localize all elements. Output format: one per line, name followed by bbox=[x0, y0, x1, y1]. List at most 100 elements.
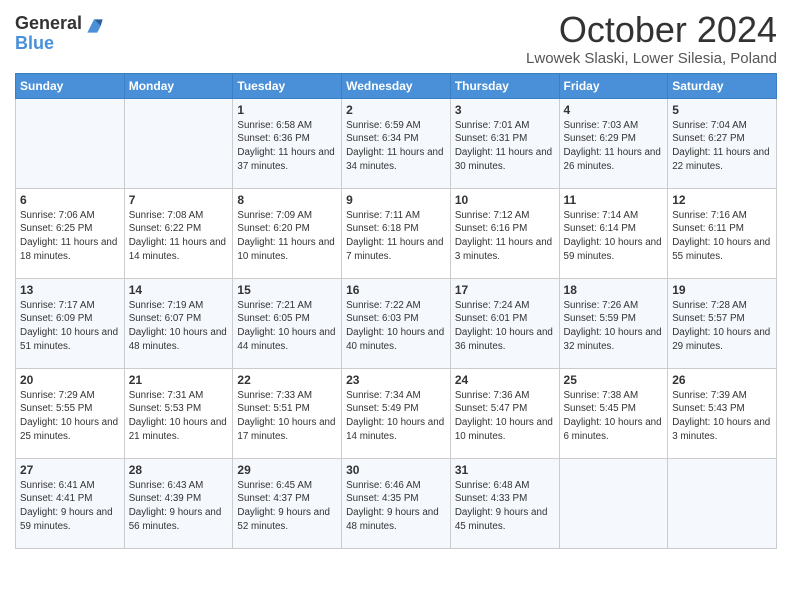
weekday-header: Sunday bbox=[16, 73, 125, 98]
calendar-cell: 16 Sunrise: 7:22 AM Sunset: 6:03 PM Dayli… bbox=[342, 278, 451, 368]
logo-blue: Blue bbox=[15, 34, 82, 54]
day-info: Sunrise: 7:14 AM Sunset: 6:14 PM Dayligh… bbox=[564, 209, 664, 264]
calendar-cell: 23 Sunrise: 7:34 AM Sunset: 5:49 PM Dayli… bbox=[342, 368, 451, 458]
day-info: Sunrise: 7:04 AM Sunset: 6:27 PM Dayligh… bbox=[672, 119, 772, 174]
calendar-cell: 28 Sunrise: 6:43 AM Sunset: 4:39 PM Dayli… bbox=[124, 458, 233, 548]
day-info: Sunrise: 7:01 AM Sunset: 6:31 PM Dayligh… bbox=[455, 119, 555, 174]
day-number: 10 bbox=[455, 193, 555, 207]
day-info: Sunrise: 6:46 AM Sunset: 4:35 PM Dayligh… bbox=[346, 479, 446, 534]
day-info: Sunrise: 7:33 AM Sunset: 5:51 PM Dayligh… bbox=[237, 389, 337, 444]
day-number: 7 bbox=[129, 193, 229, 207]
day-number: 15 bbox=[237, 283, 337, 297]
day-number: 17 bbox=[455, 283, 555, 297]
day-number: 19 bbox=[672, 283, 772, 297]
logo-general: General bbox=[15, 14, 82, 34]
day-info: Sunrise: 7:12 AM Sunset: 6:16 PM Dayligh… bbox=[455, 209, 555, 264]
weekday-header: Friday bbox=[559, 73, 668, 98]
calendar-cell: 6Sunrise: 7:06 AM Sunset: 6:25 PM Daylig… bbox=[16, 188, 125, 278]
calendar-cell bbox=[16, 98, 125, 188]
calendar-cell bbox=[124, 98, 233, 188]
day-number: 12 bbox=[672, 193, 772, 207]
day-number: 30 bbox=[346, 463, 446, 477]
day-info: Sunrise: 7:08 AM Sunset: 6:22 PM Dayligh… bbox=[129, 209, 229, 264]
day-info: Sunrise: 6:41 AM Sunset: 4:41 PM Dayligh… bbox=[20, 479, 120, 534]
month-title: October 2024 bbox=[526, 10, 777, 50]
calendar-cell: 24 Sunrise: 7:36 AM Sunset: 5:47 PM Dayli… bbox=[450, 368, 559, 458]
day-info: Sunrise: 6:59 AM Sunset: 6:34 PM Dayligh… bbox=[346, 119, 446, 174]
calendar-cell: 10 Sunrise: 7:12 AM Sunset: 6:16 PM Dayli… bbox=[450, 188, 559, 278]
day-info: Sunrise: 6:45 AM Sunset: 4:37 PM Dayligh… bbox=[237, 479, 337, 534]
day-number: 8 bbox=[237, 193, 337, 207]
day-number: 9 bbox=[346, 193, 446, 207]
weekday-header: Monday bbox=[124, 73, 233, 98]
day-number: 26 bbox=[672, 373, 772, 387]
logo: General Blue bbox=[15, 14, 104, 54]
day-info: Sunrise: 7:28 AM Sunset: 5:57 PM Dayligh… bbox=[672, 299, 772, 354]
calendar-cell: 22 Sunrise: 7:33 AM Sunset: 5:51 PM Dayli… bbox=[233, 368, 342, 458]
calendar-cell: 7 Sunrise: 7:08 AM Sunset: 6:22 PM Daylig… bbox=[124, 188, 233, 278]
day-info: Sunrise: 7:21 AM Sunset: 6:05 PM Dayligh… bbox=[237, 299, 337, 354]
calendar-table: SundayMondayTuesdayWednesdayThursdayFrid… bbox=[15, 73, 777, 549]
calendar-cell: 15 Sunrise: 7:21 AM Sunset: 6:05 PM Dayli… bbox=[233, 278, 342, 368]
calendar-header: SundayMondayTuesdayWednesdayThursdayFrid… bbox=[16, 73, 777, 98]
day-number: 2 bbox=[346, 103, 446, 117]
weekday-header: Tuesday bbox=[233, 73, 342, 98]
day-number: 5 bbox=[672, 103, 772, 117]
day-number: 13 bbox=[20, 283, 120, 297]
day-info: Sunrise: 7:09 AM Sunset: 6:20 PM Dayligh… bbox=[237, 209, 337, 264]
day-number: 28 bbox=[129, 463, 229, 477]
calendar-cell: 4Sunrise: 7:03 AM Sunset: 6:29 PM Daylig… bbox=[559, 98, 668, 188]
day-info: Sunrise: 6:58 AM Sunset: 6:36 PM Dayligh… bbox=[237, 119, 337, 174]
day-number: 31 bbox=[455, 463, 555, 477]
day-number: 22 bbox=[237, 373, 337, 387]
day-number: 24 bbox=[455, 373, 555, 387]
calendar-cell: 1 Sunrise: 6:58 AM Sunset: 6:36 PM Daylig… bbox=[233, 98, 342, 188]
calendar-body: 1 Sunrise: 6:58 AM Sunset: 6:36 PM Daylig… bbox=[16, 98, 777, 548]
day-info: Sunrise: 6:48 AM Sunset: 4:33 PM Dayligh… bbox=[455, 479, 555, 534]
calendar-cell: 11Sunrise: 7:14 AM Sunset: 6:14 PM Dayli… bbox=[559, 188, 668, 278]
weekday-header: Thursday bbox=[450, 73, 559, 98]
logo-icon bbox=[84, 16, 104, 36]
day-number: 16 bbox=[346, 283, 446, 297]
day-info: Sunrise: 6:43 AM Sunset: 4:39 PM Dayligh… bbox=[129, 479, 229, 534]
day-number: 1 bbox=[237, 103, 337, 117]
day-number: 6 bbox=[20, 193, 120, 207]
day-info: Sunrise: 7:17 AM Sunset: 6:09 PM Dayligh… bbox=[20, 299, 120, 354]
day-number: 3 bbox=[455, 103, 555, 117]
calendar-week-row: 6Sunrise: 7:06 AM Sunset: 6:25 PM Daylig… bbox=[16, 188, 777, 278]
calendar-cell: 27 Sunrise: 6:41 AM Sunset: 4:41 PM Dayli… bbox=[16, 458, 125, 548]
calendar-week-row: 1 Sunrise: 6:58 AM Sunset: 6:36 PM Daylig… bbox=[16, 98, 777, 188]
calendar-cell: 3 Sunrise: 7:01 AM Sunset: 6:31 PM Daylig… bbox=[450, 98, 559, 188]
calendar-cell: 8 Sunrise: 7:09 AM Sunset: 6:20 PM Daylig… bbox=[233, 188, 342, 278]
day-number: 27 bbox=[20, 463, 120, 477]
calendar-cell: 21Sunrise: 7:31 AM Sunset: 5:53 PM Dayli… bbox=[124, 368, 233, 458]
day-info: Sunrise: 7:38 AM Sunset: 5:45 PM Dayligh… bbox=[564, 389, 664, 444]
title-block: October 2024 Lwowek Slaski, Lower Silesi… bbox=[526, 10, 777, 67]
location: Lwowek Slaski, Lower Silesia, Poland bbox=[526, 50, 777, 67]
calendar-cell: 31 Sunrise: 6:48 AM Sunset: 4:33 PM Dayli… bbox=[450, 458, 559, 548]
day-info: Sunrise: 7:16 AM Sunset: 6:11 PM Dayligh… bbox=[672, 209, 772, 264]
calendar-week-row: 20 Sunrise: 7:29 AM Sunset: 5:55 PM Dayli… bbox=[16, 368, 777, 458]
day-info: Sunrise: 7:11 AM Sunset: 6:18 PM Dayligh… bbox=[346, 209, 446, 264]
calendar-week-row: 27 Sunrise: 6:41 AM Sunset: 4:41 PM Dayli… bbox=[16, 458, 777, 548]
day-number: 23 bbox=[346, 373, 446, 387]
day-info: Sunrise: 7:22 AM Sunset: 6:03 PM Dayligh… bbox=[346, 299, 446, 354]
day-info: Sunrise: 7:34 AM Sunset: 5:49 PM Dayligh… bbox=[346, 389, 446, 444]
day-info: Sunrise: 7:29 AM Sunset: 5:55 PM Dayligh… bbox=[20, 389, 120, 444]
day-info: Sunrise: 7:36 AM Sunset: 5:47 PM Dayligh… bbox=[455, 389, 555, 444]
day-info: Sunrise: 7:31 AM Sunset: 5:53 PM Dayligh… bbox=[129, 389, 229, 444]
day-number: 20 bbox=[20, 373, 120, 387]
calendar-cell: 13 Sunrise: 7:17 AM Sunset: 6:09 PM Dayli… bbox=[16, 278, 125, 368]
calendar-cell: 9 Sunrise: 7:11 AM Sunset: 6:18 PM Daylig… bbox=[342, 188, 451, 278]
calendar-cell: 5 Sunrise: 7:04 AM Sunset: 6:27 PM Daylig… bbox=[668, 98, 777, 188]
calendar-cell: 19 Sunrise: 7:28 AM Sunset: 5:57 PM Dayli… bbox=[668, 278, 777, 368]
calendar-cell: 26 Sunrise: 7:39 AM Sunset: 5:43 PM Dayli… bbox=[668, 368, 777, 458]
weekday-header: Saturday bbox=[668, 73, 777, 98]
calendar-cell: 2 Sunrise: 6:59 AM Sunset: 6:34 PM Daylig… bbox=[342, 98, 451, 188]
calendar-cell: 17Sunrise: 7:24 AM Sunset: 6:01 PM Dayli… bbox=[450, 278, 559, 368]
day-info: Sunrise: 7:39 AM Sunset: 5:43 PM Dayligh… bbox=[672, 389, 772, 444]
calendar-cell: 25Sunrise: 7:38 AM Sunset: 5:45 PM Dayli… bbox=[559, 368, 668, 458]
weekday-row: SundayMondayTuesdayWednesdayThursdayFrid… bbox=[16, 73, 777, 98]
calendar-cell: 14Sunrise: 7:19 AM Sunset: 6:07 PM Dayli… bbox=[124, 278, 233, 368]
day-number: 14 bbox=[129, 283, 229, 297]
